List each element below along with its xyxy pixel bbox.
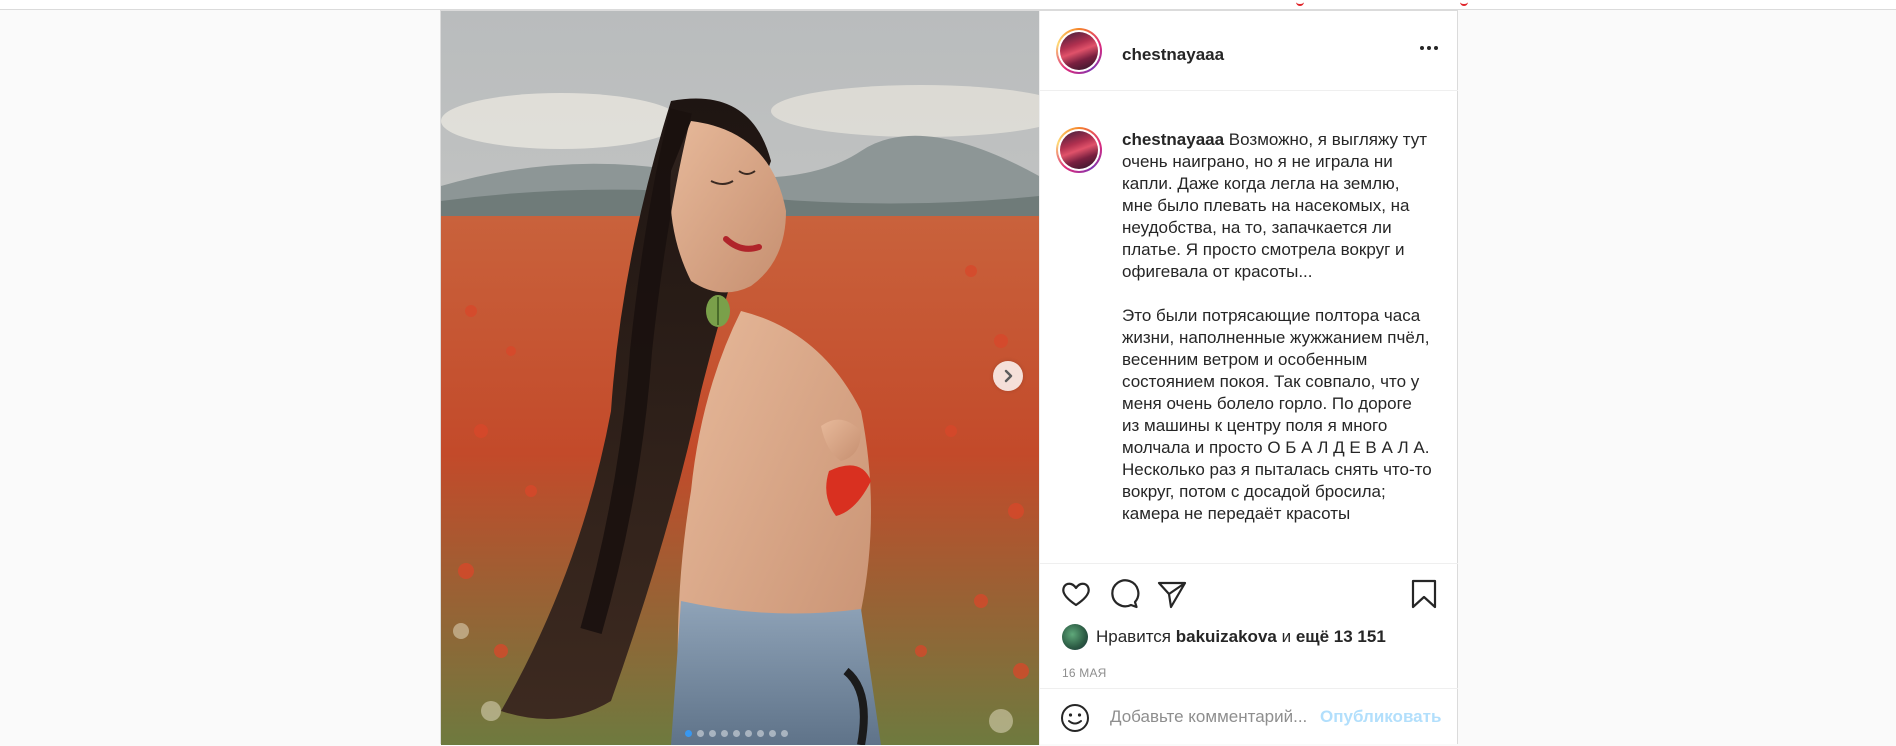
- post-container: chestnayaaa chestnayaaa Возможно, я выгл…: [440, 10, 1458, 745]
- author-avatar[interactable]: [1056, 28, 1102, 74]
- chevron-right-icon: [1004, 369, 1013, 383]
- caption-username[interactable]: chestnayaaa: [1122, 130, 1224, 149]
- heart-icon[interactable]: [1060, 578, 1092, 615]
- post-caption: chestnayaaa Возможно, я выгляжу тут очен…: [1122, 129, 1432, 525]
- carousel-next-button[interactable]: [993, 361, 1023, 391]
- carousel-dot: [757, 730, 764, 737]
- share-icon[interactable]: [1156, 578, 1188, 615]
- carousel-dot: [769, 730, 776, 737]
- carousel-dot: [685, 730, 692, 737]
- carousel-dot: [733, 730, 740, 737]
- carousel-dot: [697, 730, 704, 737]
- post-side-panel: chestnayaaa chestnayaaa Возможно, я выгл…: [1039, 11, 1458, 745]
- likes-prefix: Нравится: [1096, 627, 1172, 646]
- author-username[interactable]: chestnayaaa: [1122, 45, 1224, 65]
- carousel-dot: [781, 730, 788, 737]
- more-options-icon[interactable]: [1420, 46, 1438, 50]
- post-header: chestnayaaa: [1040, 11, 1458, 91]
- likes-summary: Нравится bakuizakova и ещё 13 151: [1062, 624, 1386, 650]
- liker-avatar[interactable]: [1062, 624, 1088, 650]
- liker-username[interactable]: bakuizakova: [1176, 627, 1277, 647]
- top-strip-mark: [1460, 0, 1468, 6]
- post-date[interactable]: 16 МАЯ: [1062, 666, 1107, 680]
- carousel-dot: [721, 730, 728, 737]
- bookmark-icon[interactable]: [1408, 578, 1440, 615]
- post-photo: [441, 11, 1039, 745]
- caption-text: Возможно, я выгляжу тут очень наиграно, …: [1122, 130, 1432, 523]
- top-strip-mark: [1296, 0, 1304, 6]
- add-comment-bar: Добавьте комментарий... Опубликовать: [1040, 688, 1458, 746]
- browser-top-strip: [0, 0, 1896, 10]
- caption-author-avatar[interactable]: [1056, 127, 1102, 173]
- post-actions-section: Нравится bakuizakova и ещё 13 151 16 МАЯ…: [1040, 563, 1458, 745]
- likes-connector: и: [1281, 627, 1292, 646]
- comments-area[interactable]: chestnayaaa Возможно, я выгляжу тут очен…: [1040, 91, 1458, 563]
- carousel-dot: [745, 730, 752, 737]
- comment-input[interactable]: Добавьте комментарий...: [1110, 707, 1320, 727]
- carousel-dot: [709, 730, 716, 737]
- likes-count[interactable]: ещё 13 151: [1296, 627, 1386, 647]
- publish-button[interactable]: Опубликовать: [1320, 707, 1441, 727]
- comment-icon[interactable]: [1108, 578, 1140, 615]
- carousel-indicator: [685, 730, 788, 737]
- post-media[interactable]: [441, 11, 1039, 745]
- emoji-icon[interactable]: [1060, 703, 1090, 738]
